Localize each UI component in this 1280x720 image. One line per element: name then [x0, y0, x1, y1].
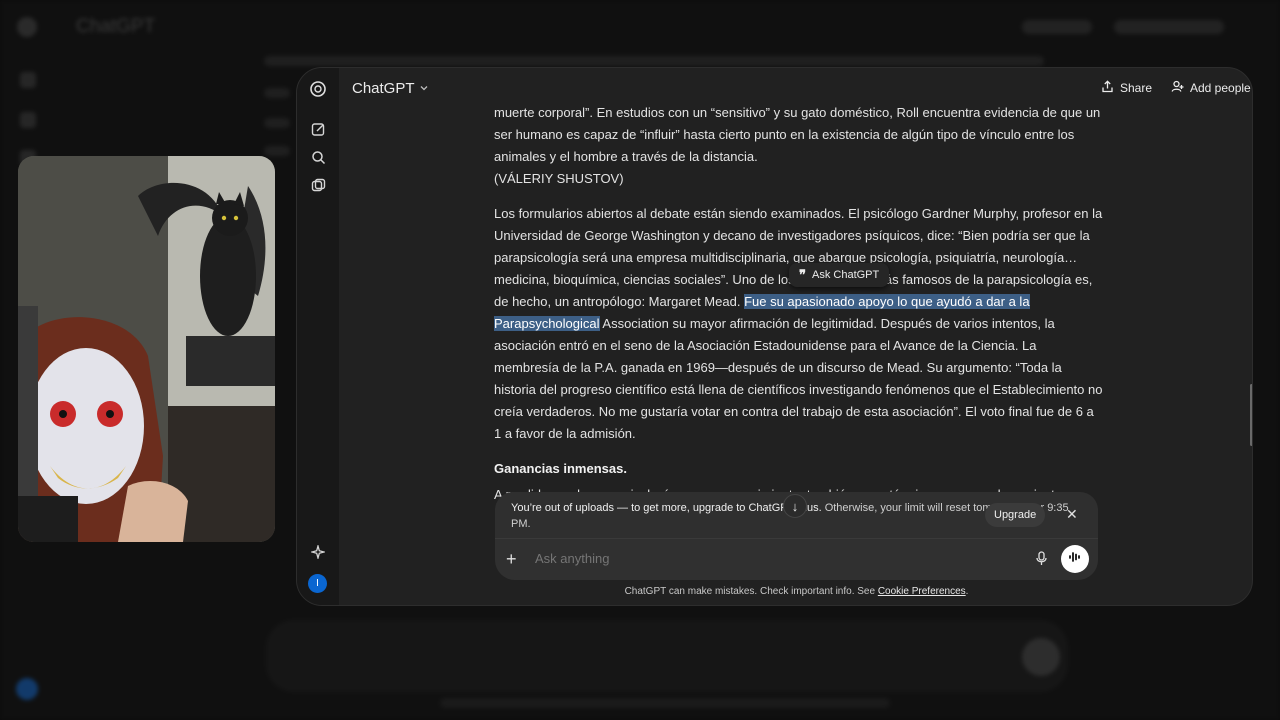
paragraph-text: Association su mayor afirmación de legit… [494, 316, 1103, 441]
quote-icon: ❞ [799, 267, 806, 282]
background-composer [266, 620, 1068, 692]
attach-plus-icon[interactable]: + [506, 549, 517, 570]
prompt-input[interactable] [535, 551, 955, 566]
add-person-icon [1171, 80, 1184, 96]
waveform-icon [1068, 550, 1082, 568]
background-text [264, 56, 1044, 66]
webcam-scene-image [18, 156, 275, 542]
search-icon[interactable] [309, 148, 327, 166]
background-sidebar-icon [20, 112, 36, 128]
heading-text: Ganancias inmensas. [494, 461, 627, 476]
new-chat-icon[interactable] [309, 120, 327, 138]
background-logo [17, 17, 37, 37]
voice-mode-button[interactable] [1061, 545, 1089, 573]
openai-logo-icon[interactable] [309, 80, 327, 98]
sidebar-rail: I [297, 68, 339, 605]
background-send [1022, 638, 1060, 676]
section-heading: Ganancias inmensas. [494, 458, 1104, 480]
author-credit: (VÁLERIY SHUSTOV) [494, 171, 624, 186]
scroll-to-bottom-button[interactable]: ↓ [783, 494, 807, 518]
arrow-down-icon: ↓ [791, 498, 799, 514]
user-avatar[interactable]: I [308, 574, 327, 593]
paragraph-text: muerte corporal”. En estudios con un “se… [494, 105, 1101, 164]
webcam-overlay [18, 156, 275, 542]
add-people-button[interactable]: Add people [1171, 80, 1251, 96]
message-paragraph: Los formularios abiertos al debate están… [494, 203, 1104, 445]
model-selector-label: ChatGPT [352, 80, 415, 97]
chevron-down-icon [419, 80, 429, 97]
background-text [264, 146, 290, 156]
library-icon[interactable] [309, 176, 327, 194]
background-text [264, 118, 290, 128]
close-icon[interactable]: ✕ [1066, 506, 1078, 523]
background-footer [440, 698, 890, 708]
background-share [1022, 20, 1092, 34]
composer: + [495, 538, 1098, 580]
add-people-label: Add people [1190, 81, 1251, 95]
disclaimer-text: ChatGPT can make mistakes. Check importa… [624, 586, 878, 597]
chatgpt-window: I ChatGPT Share Add people ··· muerte co… [296, 67, 1253, 606]
ask-chatgpt-button[interactable]: ❞ Ask ChatGPT [789, 263, 890, 287]
disclaimer-end: . [965, 586, 969, 597]
ask-chatgpt-label: Ask ChatGPT [812, 269, 880, 281]
background-avatar [16, 678, 38, 700]
disclaimer-footer: ChatGPT can make mistakes. Check importa… [495, 586, 1098, 597]
model-selector[interactable]: ChatGPT [352, 80, 429, 97]
background-add-people [1114, 20, 1224, 34]
assistant-message: muerte corporal”. En estudios con un “se… [494, 102, 1104, 519]
scrollbar-thumb[interactable] [1250, 384, 1252, 446]
background-text [264, 88, 290, 98]
background-title: ChatGPT [76, 16, 156, 37]
share-icon [1101, 80, 1114, 96]
notice-strong-text: You’re out of uploads — to get more, upg… [511, 502, 822, 514]
background-sidebar-icon [20, 72, 36, 88]
microphone-icon[interactable] [1035, 551, 1048, 571]
sparkle-icon[interactable] [309, 543, 327, 561]
upgrade-button[interactable]: Upgrade [985, 503, 1046, 527]
share-button-label: Share [1120, 81, 1153, 95]
share-button[interactable]: Share [1101, 80, 1152, 96]
message-paragraph: muerte corporal”. En estudios con un “se… [494, 102, 1104, 190]
cookie-preferences-link[interactable]: Cookie Preferences [878, 586, 966, 597]
